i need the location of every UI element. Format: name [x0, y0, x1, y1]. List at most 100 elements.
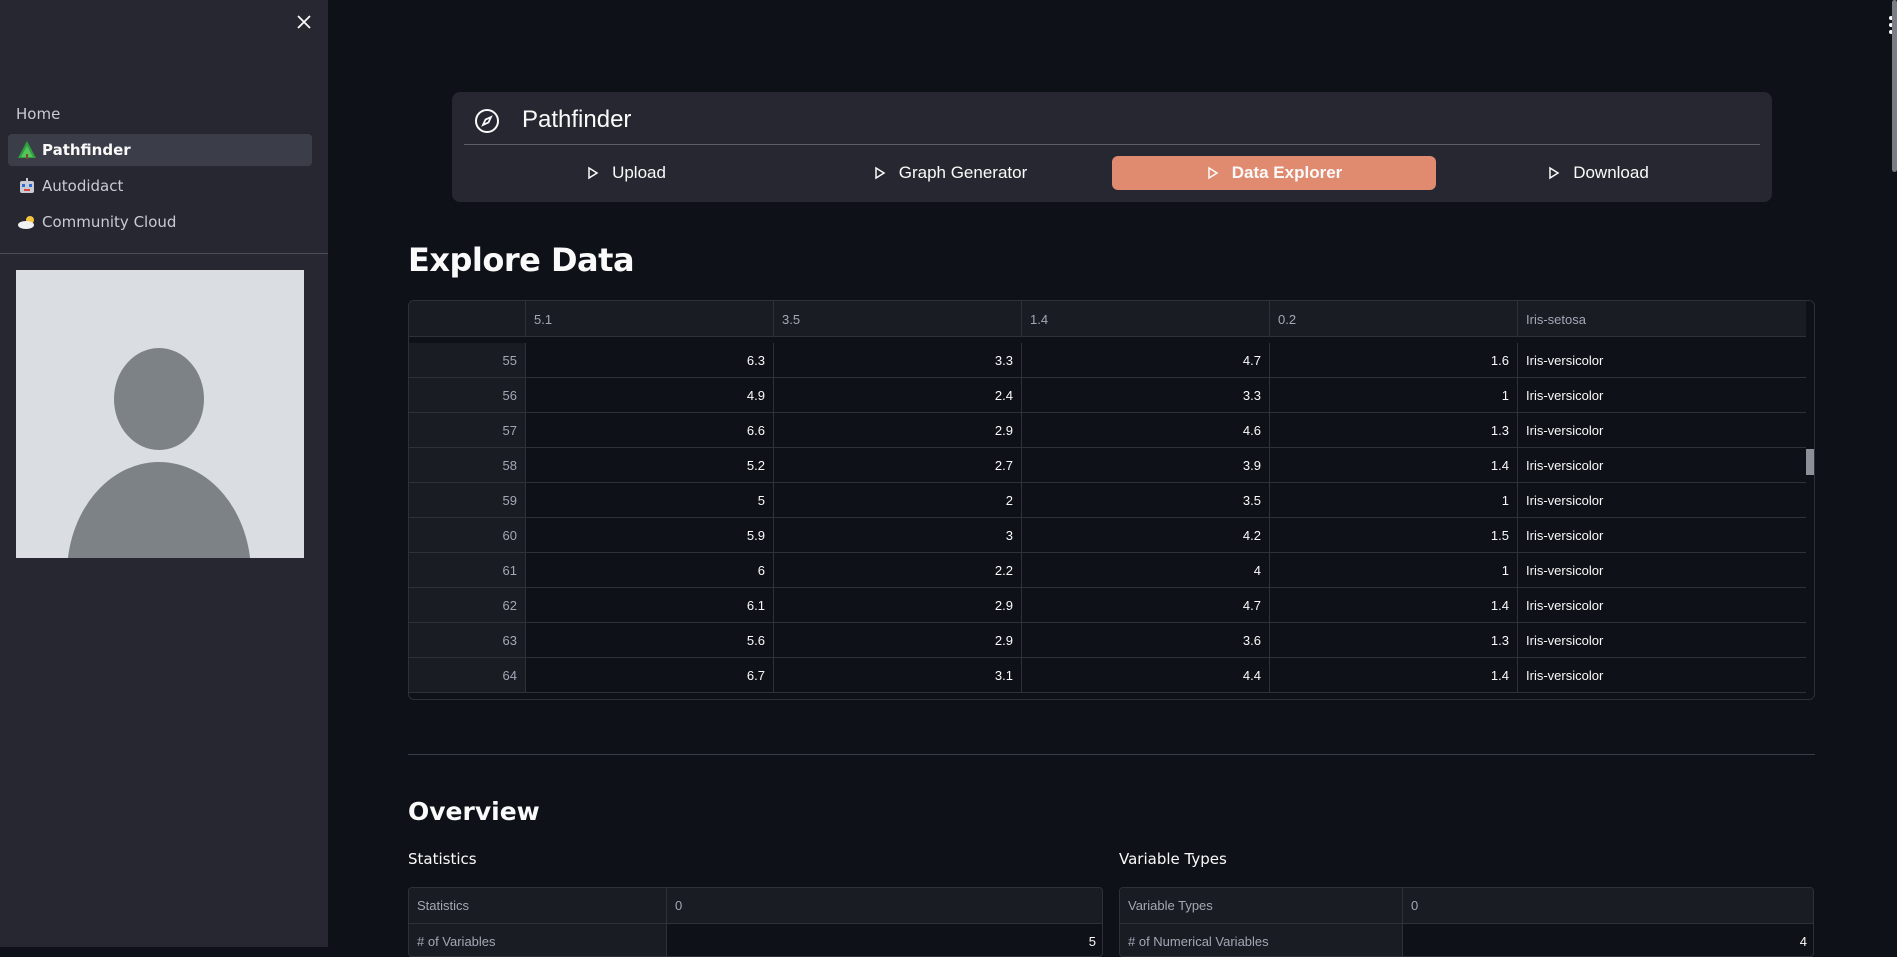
row-index[interactable]: 58 [409, 448, 526, 483]
table-row-key: # of Variables [409, 923, 667, 956]
main-content: Pathfinder Upload Graph Generator Data E… [328, 0, 1897, 957]
table-cell[interactable]: 6.7 [526, 658, 774, 693]
data-table[interactable]: 5.1 3.5 1.4 0.2 Iris-setosa 55 6.3 3.3 4.7 1.6 Ir… [408, 300, 1815, 700]
table-cell[interactable]: 4 [1022, 553, 1270, 588]
table-cell[interactable]: 6.3 [526, 343, 774, 378]
column-header[interactable]: Iris-setosa [1518, 301, 1808, 337]
statistics-label: Statistics [408, 850, 477, 868]
table-cell[interactable]: 3.9 [1022, 448, 1270, 483]
table-header-cell: 0 [667, 888, 1102, 923]
play-icon [1207, 166, 1219, 180]
user-avatar-icon [16, 270, 304, 558]
sidebar-item-autodidact[interactable]: Autodidact [8, 170, 312, 202]
tab-graph-generator[interactable]: Graph Generator [788, 156, 1112, 190]
close-icon [297, 15, 311, 29]
table-cell[interactable]: 2.9 [774, 588, 1022, 623]
row-index[interactable]: 64 [409, 658, 526, 693]
table-cell[interactable]: 1 [1270, 483, 1518, 518]
page-scrollbar[interactable] [1891, 0, 1897, 947]
table-cell[interactable]: 1.3 [1270, 413, 1518, 448]
tab-download[interactable]: Download [1436, 156, 1760, 190]
play-icon [1549, 166, 1560, 180]
section-divider [408, 754, 1815, 755]
row-index[interactable]: 56 [409, 378, 526, 413]
table-cell[interactable]: Iris-versicolor [1518, 658, 1808, 693]
table-cell[interactable]: 3.1 [774, 658, 1022, 693]
table-cell[interactable]: 4.9 [526, 378, 774, 413]
variable-types-label: Variable Types [1119, 850, 1227, 868]
row-index[interactable]: 57 [409, 413, 526, 448]
sidebar-nav: Home Pathfinder Autodidact Community Clo… [8, 98, 312, 242]
table-scrollbar-thumb[interactable] [1806, 449, 1814, 475]
table-cell[interactable]: Iris-versicolor [1518, 553, 1808, 588]
row-index[interactable]: 63 [409, 623, 526, 658]
column-header[interactable]: 3.5 [774, 301, 1022, 337]
sidebar-item-pathfinder[interactable]: Pathfinder [8, 134, 312, 166]
table-cell[interactable]: 2.7 [774, 448, 1022, 483]
index-header-cell[interactable] [409, 301, 526, 337]
table-cell[interactable]: Iris-versicolor [1518, 343, 1808, 378]
column-header[interactable]: 0.2 [1270, 301, 1518, 337]
table-cell[interactable]: Iris-versicolor [1518, 378, 1808, 413]
table-cell[interactable]: 2.9 [774, 623, 1022, 658]
table-cell[interactable]: 3.6 [1022, 623, 1270, 658]
table-cell[interactable]: 2.9 [774, 413, 1022, 448]
page-title: Explore Data [408, 241, 635, 279]
table-cell[interactable]: 1 [1270, 553, 1518, 588]
table-cell[interactable]: 3.5 [1022, 483, 1270, 518]
close-sidebar-button[interactable] [293, 11, 315, 33]
table-cell[interactable]: 4.2 [1022, 518, 1270, 553]
table-cell[interactable]: 1.3 [1270, 623, 1518, 658]
table-cell[interactable]: 5 [526, 483, 774, 518]
table-cell[interactable]: 2.2 [774, 553, 1022, 588]
table-cell[interactable]: 2 [774, 483, 1022, 518]
table-cell[interactable]: 2.4 [774, 378, 1022, 413]
tab-label: Download [1573, 163, 1649, 182]
table-cell[interactable]: 6.6 [526, 413, 774, 448]
table-cell[interactable]: 6.1 [526, 588, 774, 623]
table-cell[interactable]: 1.6 [1270, 343, 1518, 378]
column-header[interactable]: 5.1 [526, 301, 774, 337]
table-scrollbar[interactable] [1806, 301, 1814, 699]
table-cell[interactable]: 6 [526, 553, 774, 588]
row-index[interactable]: 61 [409, 553, 526, 588]
table-cell[interactable]: 3 [774, 518, 1022, 553]
row-index[interactable]: 62 [409, 588, 526, 623]
table-cell[interactable]: 5.2 [526, 448, 774, 483]
table-cell[interactable]: Iris-versicolor [1518, 413, 1808, 448]
sidebar-item-home[interactable]: Home [8, 98, 312, 130]
table-cell[interactable]: 4.4 [1022, 658, 1270, 693]
table-cell[interactable]: 1.5 [1270, 518, 1518, 553]
table-cell[interactable]: 1.4 [1270, 588, 1518, 623]
menu-divider [464, 144, 1760, 145]
play-icon [874, 166, 886, 180]
row-index[interactable]: 55 [409, 343, 526, 378]
table-cell[interactable]: 4.7 [1022, 343, 1270, 378]
sidebar-item-label: Home [16, 105, 61, 123]
table-cell[interactable]: 3.3 [774, 343, 1022, 378]
table-cell[interactable]: 5.6 [526, 623, 774, 658]
tab-label: Graph Generator [898, 163, 1028, 182]
page-scrollbar-thumb[interactable] [1892, 0, 1897, 172]
table-cell[interactable]: 4.7 [1022, 588, 1270, 623]
table-cell[interactable]: Iris-versicolor [1518, 588, 1808, 623]
row-index[interactable]: 60 [409, 518, 526, 553]
tab-label: Upload [612, 163, 666, 182]
tab-upload[interactable]: Upload [464, 156, 788, 190]
table-cell[interactable]: 1.4 [1270, 448, 1518, 483]
table-cell[interactable]: Iris-versicolor [1518, 448, 1808, 483]
sidebar-item-community-cloud[interactable]: Community Cloud [8, 206, 312, 238]
table-cell[interactable]: 5.9 [526, 518, 774, 553]
table-cell[interactable]: Iris-versicolor [1518, 483, 1808, 518]
table-cell[interactable]: 1.4 [1270, 658, 1518, 693]
tab-data-explorer[interactable]: Data Explorer [1112, 156, 1436, 190]
table-cell[interactable]: 3.3 [1022, 378, 1270, 413]
table-cell[interactable]: Iris-versicolor [1518, 518, 1808, 553]
row-index[interactable]: 59 [409, 483, 526, 518]
table-cell[interactable]: 4.6 [1022, 413, 1270, 448]
table-cell[interactable]: Iris-versicolor [1518, 623, 1808, 658]
sidebar-item-label: Pathfinder [42, 141, 131, 159]
table-cell[interactable]: 1 [1270, 378, 1518, 413]
table-row-value: 5 [667, 923, 1102, 956]
column-header[interactable]: 1.4 [1022, 301, 1270, 337]
